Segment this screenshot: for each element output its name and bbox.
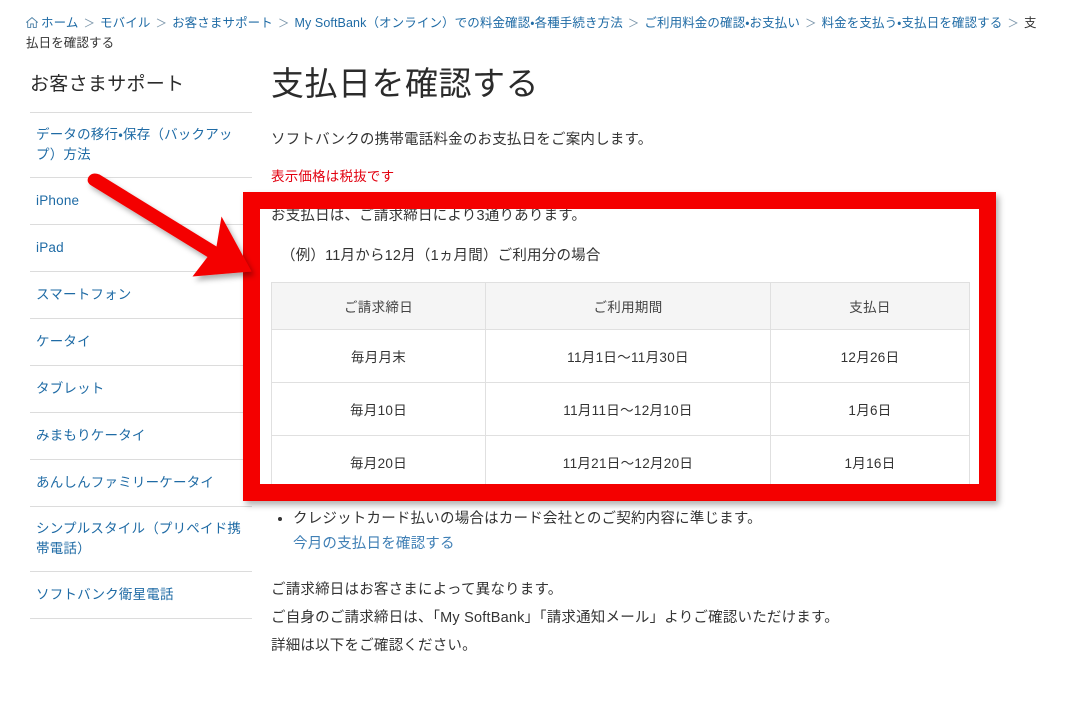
- table-header-row: ご請求締日 ご利用期間 支払日: [271, 282, 970, 330]
- sidebar-list: データの移行・保存（バックアップ）方法 iPhone iPad スマートフォン …: [30, 112, 252, 619]
- note-list: クレジットカード払いの場合はカード会社とのご契約内容に準じます。 今月の支払日を…: [271, 507, 1031, 557]
- table-header-billing-closing-date: ご請求締日: [271, 282, 486, 330]
- lead-text: ソフトバンクの携帯電話料金のお支払日をご案内します。: [271, 132, 653, 148]
- payment-date-panel: お支払日は、ご請求締日により3通りあります。 （例）11月から12月（1ヵ月間）…: [271, 204, 1031, 489]
- table-cell-usage-period: 11月21日〜12月20日: [485, 435, 771, 489]
- table-header-payment-date: 支払日: [770, 282, 970, 330]
- breadcrumb-separator: ＞: [83, 18, 96, 30]
- sidebar-item-simple-style[interactable]: シンプルスタイル（プリペイド携帯電話）: [30, 507, 252, 572]
- payment-schedule-table: ご請求締日 ご利用期間 支払日 毎月月末 11月1日〜11月30日 12月26日…: [271, 282, 970, 489]
- sidebar-item-ipad[interactable]: iPad: [30, 225, 252, 272]
- tail-line-3: 詳細は以下をご確認ください。: [271, 638, 477, 654]
- table-cell-usage-period: 11月11日〜12月10日: [485, 382, 771, 436]
- sidebar-item-mimamori-keitai[interactable]: みまもりケータイ: [30, 413, 252, 460]
- breadcrumb: ホーム ＞ モバイル ＞ お客さまサポート ＞ My SoftBank（オンライン）での料金…: [26, 14, 1046, 53]
- table-cell-usage-period: 11月1日〜11月30日: [485, 329, 771, 383]
- table-header-usage-period: ご利用期間: [485, 282, 771, 330]
- sidebar-title: お客さまサポート: [30, 74, 185, 95]
- sidebar-item-data-migration[interactable]: データの移行・保存（バックアップ）方法: [30, 113, 252, 178]
- example-caption: （例）11月から12月（1ヵ月間）ご利用分の場合: [281, 248, 601, 264]
- table-cell-closing-date: 毎月20日: [271, 435, 486, 489]
- table-cell-closing-date: 毎月10日: [271, 382, 486, 436]
- table-cell-payment-date: 1月6日: [770, 382, 970, 436]
- tail-text-block: ご請求締日はお客さまによって異なります。 ご自身のご請求締日は、「My Soft…: [271, 577, 1031, 659]
- sidebar-item-anshin-family-keitai[interactable]: あんしんファミリーケータイ: [30, 460, 252, 507]
- breadcrumb-separator: ＞: [155, 18, 168, 30]
- sidebar-item-satellite-phone[interactable]: ソフトバンク衛星電話: [30, 572, 252, 619]
- table-row: 毎月10日 11月11日〜12月10日 1月6日: [271, 382, 970, 436]
- sidebar-item-smartphone[interactable]: スマートフォン: [30, 272, 252, 319]
- table-cell-closing-date: 毎月月末: [271, 329, 486, 383]
- breadcrumb-item-1[interactable]: モバイル: [100, 16, 150, 30]
- table-cell-payment-date: 1月16日: [770, 435, 970, 489]
- sidebar-item-tablet[interactable]: タブレット: [30, 366, 252, 413]
- intro-text: お支払日は、ご請求締日により3通りあります。: [271, 208, 587, 224]
- tail-line-1: ご請求締日はお客さまによって異なります。: [271, 582, 563, 598]
- breadcrumb-separator: ＞: [627, 18, 640, 30]
- page-title: 支払日を確認する: [271, 65, 539, 102]
- breadcrumb-item-4[interactable]: ご利用料金の確認・お支払い: [644, 16, 800, 30]
- sidebar-item-keitai[interactable]: ケータイ: [30, 319, 252, 366]
- breadcrumb-item-0[interactable]: ホーム: [41, 16, 78, 30]
- tax-note: 表示価格は税抜です: [271, 169, 395, 184]
- sidebar: お客さまサポート データの移行・保存（バックアップ）方法 iPhone iPad…: [30, 72, 252, 619]
- list-item: クレジットカード払いの場合はカード会社とのご契約内容に準じます。 今月の支払日を…: [293, 507, 1031, 557]
- breadcrumb-separator: ＞: [804, 18, 817, 30]
- table-row: 毎月20日 11月21日〜12月20日 1月16日: [271, 435, 970, 489]
- check-this-month-payment-date-link[interactable]: 今月の支払日を確認する: [293, 531, 1031, 557]
- home-icon: [26, 17, 38, 28]
- breadcrumb-separator: ＞: [277, 18, 290, 30]
- table-row: 毎月月末 11月1日〜11月30日 12月26日: [271, 329, 970, 383]
- breadcrumb-item-5[interactable]: 料金を支払う・支払日を確認する: [822, 16, 1003, 30]
- breadcrumb-item-3[interactable]: My SoftBank（オンライン）での料金確認・各種手続き方法: [294, 16, 622, 30]
- table-cell-payment-date: 12月26日: [770, 329, 970, 383]
- breadcrumb-item-2[interactable]: お客さまサポート: [172, 16, 273, 30]
- breadcrumb-separator: ＞: [1007, 18, 1019, 30]
- main-content: 支払日を確認する ソフトバンクの携帯電話料金のお支払日をご案内します。 表示価格…: [271, 62, 1031, 661]
- tail-line-2: ご自身のご請求締日は、「My SoftBank」「請求通知メール」よりご確認いた…: [271, 610, 839, 626]
- sidebar-item-iphone[interactable]: iPhone: [30, 178, 252, 225]
- note-text: クレジットカード払いの場合はカード会社とのご契約内容に準じます。: [293, 511, 762, 527]
